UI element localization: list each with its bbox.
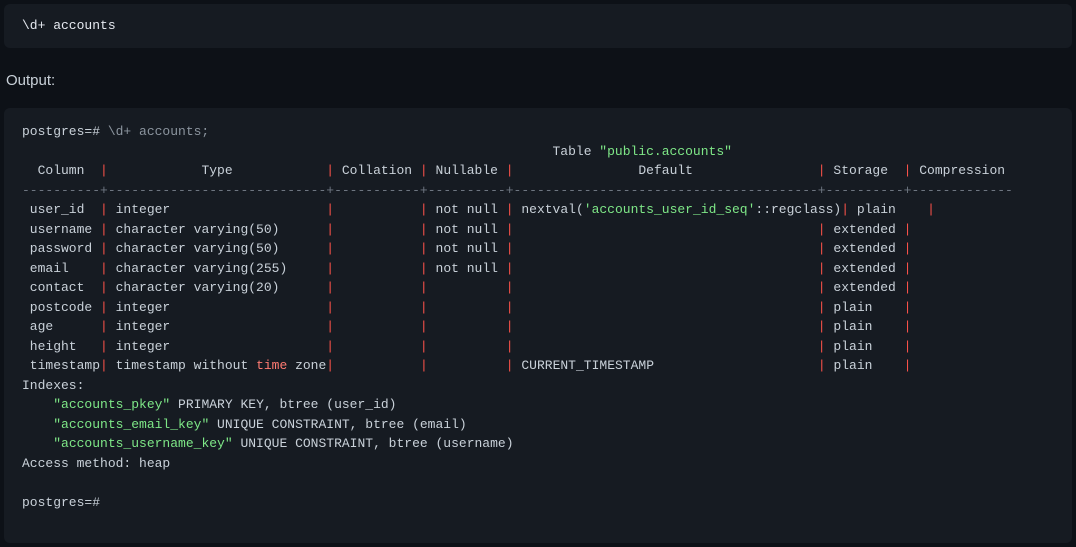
command-text: \d+ accounts bbox=[22, 18, 116, 33]
output-label: Output: bbox=[0, 58, 1076, 105]
command-input-block: \d+ accounts bbox=[4, 4, 1072, 48]
terminal-scroll-region[interactable]: postgres=# \d+ accounts; Table "public.a… bbox=[22, 122, 1054, 529]
terminal-output-block: postgres=# \d+ accounts; Table "public.a… bbox=[4, 108, 1072, 543]
